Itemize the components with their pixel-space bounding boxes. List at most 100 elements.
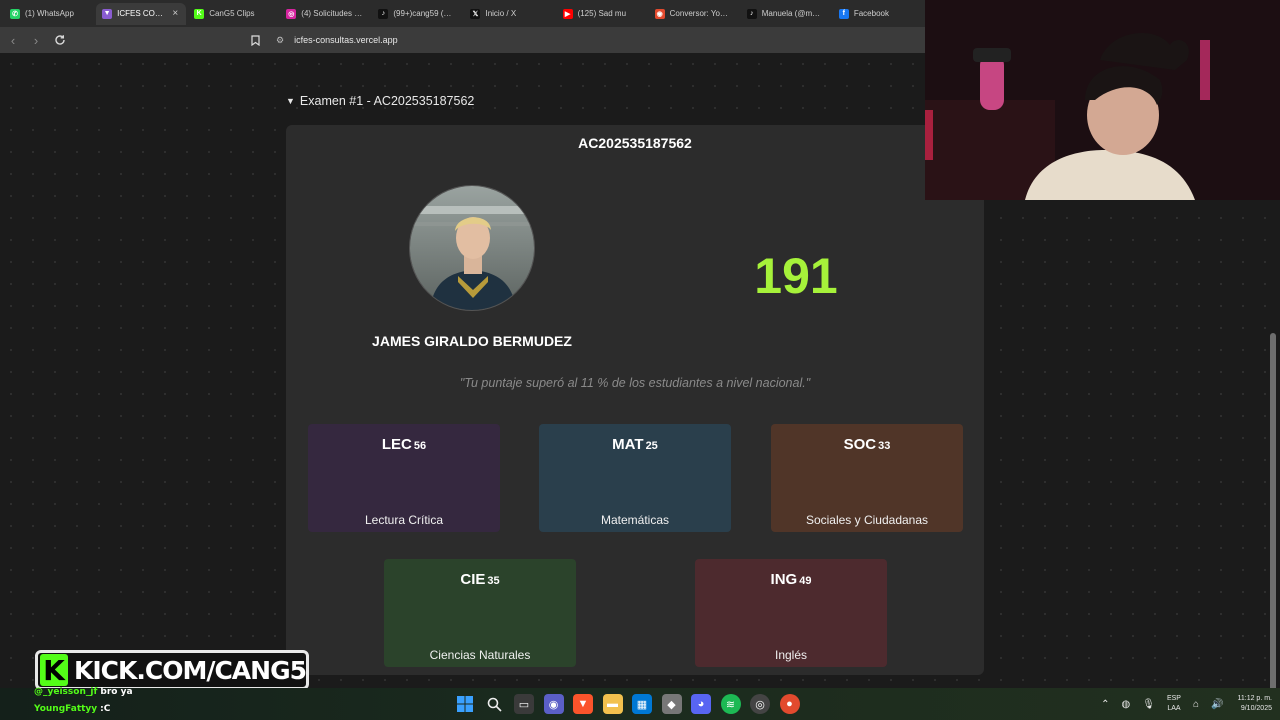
browser-tab-label: (1) WhatsApp (25, 9, 74, 18)
webcam-overlay (925, 0, 1280, 200)
teams-icon[interactable]: ◉ (543, 694, 564, 714)
clock[interactable]: 11:12 p. m. 9/10/2025 (1237, 694, 1272, 714)
chat-message: YoungFattyy:C (34, 703, 133, 720)
tray-app-icon[interactable]: ◍ (1122, 699, 1131, 710)
kick-channel-banner: K KICK.COM/CANG5 (35, 650, 309, 690)
global-score: 191 (754, 248, 838, 304)
browser-tab[interactable]: ✆ (1) WhatsApp (4, 3, 94, 25)
area-score: 35 (487, 575, 500, 587)
browser-tab-label: (125) Sad mu (577, 9, 627, 18)
browser-tab[interactable]: ♪ Manuela (@mane (741, 3, 831, 25)
browser-tab[interactable]: ▶ (125) Sad mu (557, 3, 647, 25)
browser-tab[interactable]: ▼ ICFES CONSUL × (96, 2, 187, 25)
exam-result-card: AC202535187562 JAMES GIRALDO BERMUDEZ 19… (286, 125, 984, 675)
volume-icon[interactable]: 🔊 (1211, 699, 1223, 710)
windows-taskbar: ▭ ◉ ▼ ▬ ▦ ◆ ◕ ≋ ◎ ● ⌃ ◍ 🎙 ESP LAA ⌂ 🔊 11:… (0, 688, 1280, 720)
clock-time: 11:12 p. m. (1237, 695, 1272, 702)
x-icon: 𝕏 (470, 8, 481, 19)
browser-tab[interactable]: ◉ Conversor: YouTu (649, 3, 739, 25)
taskbar-apps: ▭ ◉ ▼ ▬ ▦ ◆ ◕ ≋ ◎ ● (455, 694, 809, 714)
area-card-lec: LEC 56 Lectura Crítica (308, 424, 500, 532)
exam-summary-toggle[interactable]: ▼ Examen #1 - AC202535187562 (286, 94, 474, 108)
percentile-quote: "Tu puntaje superó al 11 % de los estudi… (459, 376, 811, 390)
converter-icon: ◉ (654, 8, 665, 19)
student-avatar (409, 185, 535, 311)
browser-tab[interactable]: 𝕏 Inicio / X (464, 3, 554, 25)
area-card-header: CIE 35 (384, 571, 576, 588)
area-abbr: ING (770, 571, 798, 588)
stream-chat: @_yeisson_jf bro ya YoungFattyy:C (34, 686, 133, 720)
chat-text: bro ya (100, 687, 133, 697)
instagram-icon: ◎ (286, 8, 297, 19)
chevron-up-icon[interactable]: ⌃ (1101, 699, 1109, 710)
browser-tab-label: (99+)cang59 (@c (393, 9, 455, 18)
chat-username: @_yeisson_jf (34, 687, 98, 697)
chat-text: :C (100, 704, 111, 714)
browser-tab-label: Facebook (853, 9, 889, 18)
area-card-header: ING 49 (695, 571, 887, 588)
kick-icon: K (194, 8, 205, 19)
language-code: ESP (1166, 695, 1181, 702)
area-card-mat: MAT 25 Matemáticas (539, 424, 731, 532)
search-icon[interactable] (485, 694, 505, 714)
student-name: JAMES GIRALDO BERMUDEZ (372, 333, 572, 349)
kick-channel-url: KICK.COM/CANG5 (73, 655, 307, 685)
obs-icon[interactable]: ◎ (750, 694, 770, 714)
app-icon[interactable]: ◆ (661, 694, 682, 714)
area-abbr: LEC (381, 436, 412, 453)
chrome-icon[interactable]: ● (779, 694, 800, 714)
area-name: Lectura Crítica (364, 513, 444, 527)
area-abbr: SOC (843, 436, 877, 453)
file-explorer-icon[interactable]: ▬ (602, 694, 623, 714)
area-score: 49 (799, 575, 812, 587)
close-tab-icon[interactable]: × (172, 8, 178, 19)
area-score: 25 (645, 440, 658, 452)
chat-username: YoungFattyy (34, 704, 98, 714)
area-name: Inglés (774, 648, 808, 662)
browser-tab[interactable]: f Facebook (833, 3, 923, 25)
browser-tab[interactable]: K CanG5 Clips (188, 3, 278, 25)
tiktok-icon: ♪ (746, 8, 757, 19)
language-indicator[interactable]: ESP LAA (1167, 694, 1181, 714)
reload-icon[interactable] (50, 30, 70, 50)
discord-icon[interactable]: ◕ (691, 694, 711, 714)
network-icon[interactable]: ⌂ (1193, 699, 1199, 710)
area-score: 33 (878, 440, 891, 452)
exam-summary-label: Examen #1 - AC202535187562 (299, 94, 475, 108)
chat-message: @_yeisson_jf bro ya (34, 686, 133, 703)
start-icon[interactable] (455, 694, 475, 714)
brave-icon[interactable]: ▼ (573, 694, 593, 714)
exam-code: AC202535187562 (578, 135, 692, 151)
browser-tab-label: (4) Solicitudes de (301, 9, 363, 18)
area-card-header: SOC 33 (771, 436, 963, 453)
area-card-cie: CIE 35 Ciencias Naturales (384, 559, 576, 667)
site-settings-icon[interactable]: ⚙ (276, 35, 284, 46)
area-card-header: MAT 25 (539, 436, 731, 453)
kick-logo-icon: K (40, 654, 68, 687)
url-text: icfes-consultas.vercel.app (294, 35, 398, 45)
icfes-icon: ▼ (102, 8, 113, 19)
disclosure-triangle-icon: ▼ (286, 96, 295, 106)
browser-tab-label: CanG5 Clips (209, 9, 255, 18)
task-view-icon[interactable]: ▭ (514, 694, 534, 714)
youtube-icon: ▶ (562, 8, 573, 19)
back-icon[interactable]: ‹ (3, 30, 23, 50)
browser-tab-label: Inicio / X (485, 9, 517, 18)
browser-tab[interactable]: ◎ (4) Solicitudes de (280, 3, 370, 25)
bookmark-icon[interactable] (246, 31, 264, 49)
area-abbr: CIE (460, 571, 486, 588)
area-name: Matemáticas (600, 513, 670, 527)
spotify-icon[interactable]: ≋ (720, 694, 741, 714)
store-icon[interactable]: ▦ (632, 694, 652, 714)
area-score: 56 (413, 440, 427, 452)
browser-toolbar: ‹ › ⚙ icfes-consultas.vercel.app (0, 27, 925, 53)
browser-tab-label: Manuela (@mane (761, 9, 823, 18)
page-scrollbar[interactable] (1270, 333, 1276, 688)
whatsapp-icon: ✆ (10, 8, 20, 19)
address-bar[interactable]: ⚙ icfes-consultas.vercel.app (270, 30, 920, 50)
microphone-icon[interactable]: 🎙 (1142, 699, 1155, 710)
browser-tab[interactable]: ♪ (99+)cang59 (@c (372, 3, 462, 25)
area-card-header: LEC 56 (308, 436, 500, 453)
forward-icon[interactable]: › (26, 30, 46, 50)
browser-tab-label: Conversor: YouTu (669, 9, 731, 18)
